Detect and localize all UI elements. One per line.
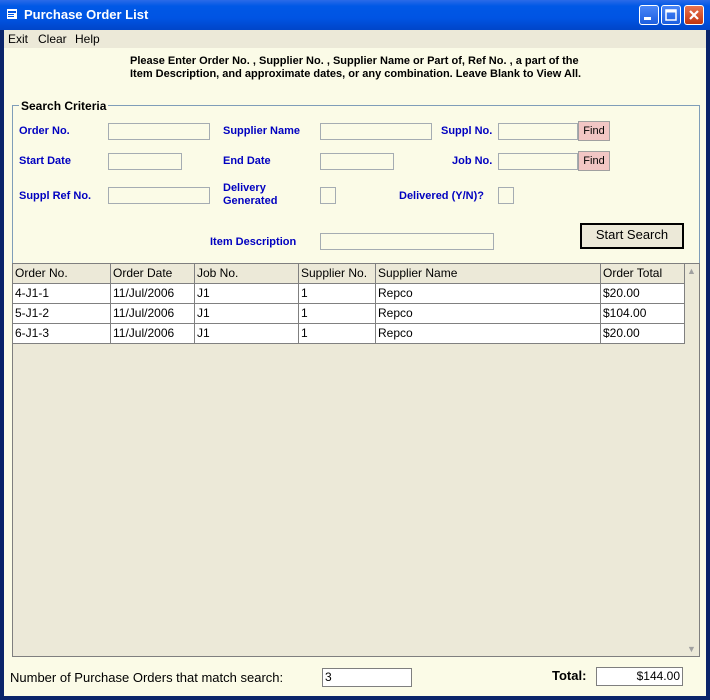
cell-order-total: $20.00 — [601, 324, 685, 344]
close-icon[interactable] — [684, 5, 704, 25]
suppl-no-input[interactable] — [498, 123, 578, 140]
job-no-find-button[interactable]: Find — [578, 151, 610, 171]
cell-order-total: $20.00 — [601, 284, 685, 304]
instructions-text: Please Enter Order No. , Supplier No. , … — [130, 55, 582, 80]
header-order-total[interactable]: Order Total — [601, 264, 685, 284]
start-search-button[interactable]: Start Search — [580, 223, 684, 249]
title-bar[interactable]: Purchase Order List — [0, 0, 710, 30]
cell-supplier-no: 1 — [299, 284, 376, 304]
end-date-input[interactable] — [320, 153, 394, 170]
maximize-icon[interactable] — [661, 5, 681, 25]
total-label: Total: — [552, 668, 587, 683]
suppl-ref-input[interactable] — [108, 187, 210, 204]
cell-supplier-name: Repco — [376, 304, 601, 324]
match-count-label: Number of Purchase Orders that match sea… — [10, 670, 284, 685]
cell-supplier-name: Repco — [376, 324, 601, 344]
order-no-label: Order No. — [19, 125, 70, 137]
header-supplier-no[interactable]: Supplier No. — [299, 264, 376, 284]
cell-job-no: J1 — [195, 284, 299, 304]
match-count-field: 3 — [322, 668, 412, 687]
delivered-checkbox[interactable] — [498, 187, 514, 204]
delivery-generated-checkbox[interactable] — [320, 187, 336, 204]
job-no-label: Job No. — [452, 155, 493, 167]
table-row[interactable]: 5-J1-2 11/Jul/2006 J1 1 Repco $104.00 — [13, 304, 685, 324]
grid-vertical-scrollbar[interactable]: ▲ ▼ — [685, 264, 699, 656]
delivery-generated-label-2: Generated — [223, 195, 278, 207]
menu-help[interactable]: Help — [75, 32, 100, 46]
scroll-up-icon[interactable]: ▲ — [687, 266, 696, 276]
suppl-no-find-button[interactable]: Find — [578, 121, 610, 141]
window-title: Purchase Order List — [24, 7, 149, 22]
menu-clear[interactable]: Clear — [38, 32, 67, 46]
supplier-name-input[interactable] — [320, 123, 432, 140]
item-description-label: Item Description — [210, 236, 297, 248]
cell-job-no: J1 — [195, 304, 299, 324]
cell-job-no: J1 — [195, 324, 299, 344]
item-description-input[interactable] — [320, 233, 494, 250]
header-supplier-name[interactable]: Supplier Name — [376, 264, 601, 284]
table-row[interactable]: 4-J1-1 11/Jul/2006 J1 1 Repco $20.00 — [13, 284, 685, 304]
header-order-no[interactable]: Order No. — [13, 264, 111, 284]
client-area: Exit Clear Help Please Enter Order No. ,… — [4, 30, 706, 696]
cell-order-date: 11/Jul/2006 — [111, 284, 195, 304]
header-order-date[interactable]: Order Date — [111, 264, 195, 284]
scroll-down-icon[interactable]: ▼ — [687, 644, 696, 654]
delivery-generated-label-1: Delivery — [223, 182, 266, 194]
cell-order-no: 4-J1-1 — [13, 284, 111, 304]
purchase-order-window: Purchase Order List Exit Clear Help Plea… — [0, 0, 710, 700]
order-no-input[interactable] — [108, 123, 210, 140]
suppl-no-label: Suppl No. — [441, 125, 493, 137]
cell-order-date: 11/Jul/2006 — [111, 304, 195, 324]
job-no-input[interactable] — [498, 153, 578, 170]
grid-header-row: Order No. Order Date Job No. Supplier No… — [13, 264, 685, 284]
end-date-label: End Date — [223, 155, 271, 167]
supplier-name-label: Supplier Name — [223, 125, 301, 137]
cell-order-no: 6-J1-3 — [13, 324, 111, 344]
delivered-label: Delivered (Y/N)? — [399, 190, 484, 202]
cell-order-total: $104.00 — [601, 304, 685, 324]
app-icon — [7, 9, 17, 19]
results-grid[interactable]: Order No. Order Date Job No. Supplier No… — [12, 263, 700, 657]
suppl-ref-label: Suppl Ref No. — [19, 190, 92, 202]
cell-supplier-no: 1 — [299, 304, 376, 324]
header-job-no[interactable]: Job No. — [195, 264, 299, 284]
search-criteria-title: Search Criteria — [19, 99, 109, 113]
start-date-label: Start Date — [19, 155, 71, 167]
cell-supplier-name: Repco — [376, 284, 601, 304]
menu-bar: Exit Clear Help — [4, 30, 706, 48]
minimize-icon[interactable] — [639, 5, 659, 25]
menu-exit[interactable]: Exit — [8, 32, 28, 46]
cell-supplier-no: 1 — [299, 324, 376, 344]
cell-order-no: 5-J1-2 — [13, 304, 111, 324]
cell-order-date: 11/Jul/2006 — [111, 324, 195, 344]
table-row[interactable]: 6-J1-3 11/Jul/2006 J1 1 Repco $20.00 — [13, 324, 685, 344]
total-field: $144.00 — [596, 667, 683, 686]
start-date-input[interactable] — [108, 153, 182, 170]
